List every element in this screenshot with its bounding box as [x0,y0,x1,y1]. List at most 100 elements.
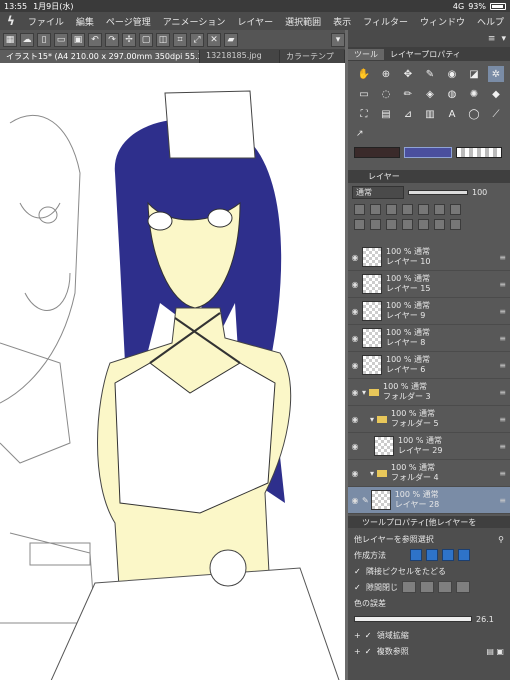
fill-tool-icon[interactable]: ⛶ [356,106,372,122]
fill-icon[interactable]: ▰ [224,32,238,47]
check-icon[interactable]: ✓ [354,567,362,576]
auto-select-tool-icon[interactable]: ✲ [488,66,504,82]
layer-row[interactable]: ◉ 100 % 通常 レイヤー 6 ≡ [348,352,510,379]
gap-level-2[interactable] [420,581,434,593]
clip-layer-icon[interactable] [370,204,381,215]
merge-down-icon[interactable] [418,219,429,230]
drop-tool-icon[interactable]: ◆ [488,86,504,102]
plus-icon[interactable]: + [354,647,361,656]
eye-icon[interactable]: ◉ [348,442,362,451]
drag-handle-icon[interactable]: ≡ [499,415,506,424]
search-icon[interactable]: ⚲ [498,535,504,544]
check-icon[interactable]: ✓ [365,647,373,656]
drag-handle-icon[interactable]: ≡ [499,469,506,478]
menu-help[interactable]: ヘルプ [471,15,510,28]
layer-row[interactable]: ◉ 100 % 通常 レイヤー 29 ≡ [348,433,510,460]
new-file-icon[interactable]: ▯ [37,32,51,47]
eye-icon[interactable]: ◉ [348,280,362,289]
plus-icon[interactable]: + [354,631,361,640]
eye-icon[interactable]: ◉ [348,361,362,370]
follow-adjacent-option[interactable]: 隣接ピクセルをたどる [366,566,446,577]
tab-tool[interactable]: ツール [348,48,384,60]
pen-tool-icon[interactable]: ✎ [422,66,438,82]
sub-tool-icon[interactable]: ↗ [356,129,364,139]
drag-handle-icon[interactable]: ≡ [499,307,506,316]
open-file-icon[interactable]: ▭ [54,32,68,47]
reference-layers-icon[interactable]: ▤ ▣ [486,647,504,656]
menu-layer[interactable]: レイヤー [231,15,279,28]
drag-handle-icon[interactable]: ≡ [499,442,506,451]
sub-color-swatch[interactable] [404,147,452,158]
tab-illust15[interactable]: イラスト15* (A4 210.00 x 297.00mm 350dpi 55.… [0,50,200,63]
undo-icon[interactable]: ↶ [88,32,102,47]
eye-icon[interactable]: ◉ [348,496,362,505]
grid-icon[interactable]: ▦ [3,32,17,47]
close-gaps-option[interactable]: 隙間閉じ [366,582,398,593]
mask-icon[interactable] [434,204,445,215]
lasso-tool-icon[interactable]: ◌ [378,86,394,102]
layer-row-selected[interactable]: ◉ ✎ 100 % 通常 レイヤー 28 ≡ [348,487,510,514]
hand-tool-icon[interactable]: ✋ [356,66,372,82]
main-color-swatch[interactable] [354,147,400,158]
expand-shrink-option[interactable]: 領域拡縮 [377,630,409,641]
balloon-tool-icon[interactable]: ◯ [466,106,482,122]
new-folder-icon[interactable] [386,219,397,230]
chevron-down-icon[interactable]: ▾ [370,415,374,424]
folder-row[interactable]: ◉ ▾ 100 % 通常 フォルダー 5 ≡ [348,406,510,433]
mode-subtract-selection-button[interactable] [442,549,454,561]
trash-icon[interactable] [450,219,461,230]
gap-level-4[interactable] [456,581,470,593]
transfer-down-icon[interactable] [402,219,413,230]
new-vector-layer-icon[interactable] [370,219,381,230]
gradient-tool-icon[interactable]: ▤ [378,106,394,122]
blend-tool-icon[interactable]: ◍ [444,86,460,102]
tab-layer-property[interactable]: レイヤープロパティ [384,49,467,60]
invert-icon[interactable]: ◫ [156,32,170,47]
text-tool-icon[interactable]: A [444,106,460,122]
folder-row[interactable]: ◉ ▾ 100 % 通常 フォルダー 3 ≡ [348,379,510,406]
ruler-tool-icon[interactable]: ⟋ [488,106,504,122]
clear-icon[interactable]: ✕ [207,32,221,47]
drag-handle-icon[interactable]: ≡ [499,334,506,343]
menu-filter[interactable]: フィルター [357,15,414,28]
chevron-down-icon[interactable]: ▾ [331,32,345,47]
airbrush-tool-icon[interactable]: ◈ [422,86,438,102]
frame-tool-icon[interactable]: ▥ [422,106,438,122]
drag-handle-icon[interactable]: ≡ [499,280,506,289]
panel-collapse-icon[interactable]: ▾ [501,34,506,44]
cloud-icon[interactable]: ☁ [20,32,34,47]
check-icon[interactable]: ✓ [365,631,373,640]
eye-icon[interactable]: ◉ [348,253,362,262]
gap-level-1[interactable] [402,581,416,593]
transparent-swatch[interactable] [456,147,502,158]
app-logo-icon[interactable]: ϟ [0,14,22,28]
menu-edit[interactable]: 編集 [70,15,100,28]
deselect-icon[interactable]: ▢ [139,32,153,47]
ruler-link-icon[interactable] [450,204,461,215]
layer-color-icon[interactable] [354,204,365,215]
eye-icon[interactable]: ◉ [348,334,362,343]
drag-handle-icon[interactable]: ≡ [499,388,506,397]
tab-color-template[interactable]: カラーテンプ [280,50,345,63]
eyedropper-tool-icon[interactable]: ◉ [444,66,460,82]
layer-row[interactable]: ◉ 100 % 通常 レイヤー 15 ≡ [348,271,510,298]
panel-menu-icon[interactable]: ≡ [488,34,496,44]
menu-animation[interactable]: アニメーション [157,15,232,28]
reference-layer-icon[interactable] [386,204,397,215]
eye-icon[interactable]: ◉ [348,469,362,478]
drawing-canvas[interactable] [0,63,345,680]
mode-add-selection-button[interactable] [426,549,438,561]
redo-icon[interactable]: ↷ [105,32,119,47]
chevron-down-icon[interactable]: ▾ [362,388,366,397]
eye-icon[interactable]: ◉ [348,307,362,316]
opacity-slider[interactable] [408,190,468,195]
gap-level-3[interactable] [438,581,452,593]
layer-row[interactable]: ◉ 100 % 通常 レイヤー 10 ≡ [348,244,510,271]
blend-mode-select[interactable]: 通常 [352,186,404,199]
lock-alpha-icon[interactable] [418,204,429,215]
rotate-icon[interactable]: ✢ [122,32,136,47]
zoom-tool-icon[interactable]: ⊕ [378,66,394,82]
save-icon[interactable]: ▣ [71,32,85,47]
mode-intersect-selection-button[interactable] [458,549,470,561]
check-icon[interactable]: ✓ [354,583,362,592]
